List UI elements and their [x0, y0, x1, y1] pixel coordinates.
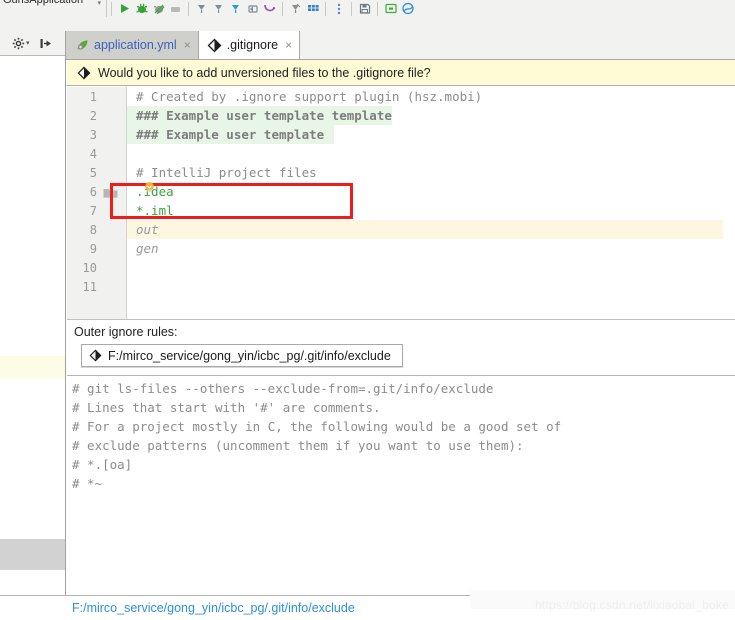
line-number: 10 — [82, 261, 97, 275]
vcs-operations-icon[interactable] — [287, 0, 304, 17]
history-icon[interactable] — [261, 0, 278, 17]
code-line: gen — [136, 241, 159, 256]
close-icon[interactable]: × — [184, 39, 191, 51]
gitignore-file-icon — [76, 65, 92, 81]
debug-icon[interactable] — [133, 0, 150, 17]
status-bar-path[interactable]: F:/mirco_service/gong_yin/icbc_pg/.git/i… — [72, 601, 355, 615]
line-number: 6 — [89, 185, 97, 199]
coverage-icon[interactable] — [150, 0, 167, 17]
stop-icon — [167, 0, 184, 17]
editor-gutter[interactable]: 1 2 3 4 5 6 7 8 9 10 11 — [67, 87, 127, 319]
tab-gitignore[interactable]: .gitignore × — [197, 31, 301, 59]
editor-marker-strip[interactable] — [723, 87, 735, 319]
editor-tab-bar: application.yml × .gitignore × — [66, 31, 735, 60]
preview-line: # *.[oa] — [72, 457, 133, 472]
intention-bulb-icon[interactable] — [143, 181, 156, 194]
outer-ignore-rules-label: Outer ignore rules: — [74, 325, 178, 339]
run-configuration-selector[interactable]: GunsApplication ▾ — [0, 0, 107, 17]
left-column-highlight-band — [0, 356, 65, 378]
tab-application-yml[interactable]: application.yml × — [66, 31, 198, 59]
toolbar-separator — [377, 1, 378, 16]
chevron-down-icon: ▾ — [26, 40, 30, 47]
line-number: 2 — [89, 109, 97, 123]
folder-icon[interactable] — [103, 183, 119, 202]
toolbar-separator — [188, 1, 189, 16]
outer-ignore-rules-combobox[interactable]: F:/mirco_service/gong_yin/icbc_pg/.git/i… — [81, 344, 403, 367]
line-number: 11 — [82, 280, 97, 294]
gear-icon[interactable]: ▾ — [12, 37, 30, 50]
update-project-icon[interactable] — [193, 0, 210, 17]
gitignore-file-icon — [88, 348, 103, 363]
watermark-text: https://blog.csdn.net/lixiaobai_boke — [535, 598, 729, 612]
more-icon[interactable] — [330, 0, 347, 17]
run-configuration-label: GunsApplication — [3, 0, 84, 6]
line-number: 3 — [89, 128, 97, 142]
yaml-file-icon — [74, 37, 90, 53]
grid-icon[interactable] — [304, 0, 321, 17]
code-line: out — [136, 222, 159, 237]
code-line: # Created by .ignore support plugin (hsz… — [136, 89, 483, 104]
outer-ignore-selected-value: F:/mirco_service/gong_yin/icbc_pg/.git/i… — [108, 348, 391, 363]
preview-line: # exclude patterns (uncomment them if yo… — [72, 438, 524, 453]
preview-line: # git ls-files --others --exclude-from=.… — [72, 381, 494, 396]
gitignore-editor[interactable]: 1 2 3 4 5 6 7 8 9 10 11 # Created by .ig… — [67, 87, 735, 320]
left-column-gray-band — [0, 539, 65, 570]
terminal-icon[interactable] — [382, 0, 399, 17]
tab-label: application.yml — [94, 38, 177, 52]
code-line: ### Example user template — [127, 125, 325, 144]
save-all-icon[interactable] — [356, 0, 373, 17]
line-number: 8 — [89, 223, 97, 237]
toolbar-lower-band — [0, 17, 735, 32]
toolbar-separator — [282, 1, 283, 16]
commit-icon[interactable] — [210, 0, 227, 17]
gitignore-suggestion-banner[interactable]: Would you like to add unversioned files … — [67, 60, 735, 86]
line-number: 1 — [89, 90, 97, 104]
current-line-highlight — [67, 220, 735, 239]
toolbar-separator — [111, 1, 112, 16]
tab-label: .gitignore — [226, 38, 279, 52]
browser-icon[interactable] — [399, 0, 416, 17]
left-tool-column: ▾ — [0, 31, 66, 620]
banner-message: Would you like to add unversioned files … — [98, 65, 431, 80]
run-icon[interactable] — [116, 0, 133, 17]
preview-line: # *~ — [72, 476, 103, 491]
outer-ignore-rules-section: Outer ignore rules: F:/mirco_service/gon… — [67, 320, 735, 375]
left-tool-header: ▾ — [0, 31, 65, 56]
line-number: 5 — [89, 166, 97, 180]
toolbar-separator — [325, 1, 326, 16]
exclude-file-preview[interactable]: # git ls-files --others --exclude-from=.… — [67, 375, 735, 595]
code-line: ### Example user template template — [127, 106, 392, 125]
gitignore-file-icon — [207, 37, 223, 53]
main-toolbar: GunsApplication ▾ — [0, 0, 735, 18]
push-icon[interactable] — [227, 0, 244, 17]
line-number: 7 — [89, 204, 97, 218]
code-line: *.iml — [136, 203, 174, 218]
revert-icon[interactable] — [244, 0, 261, 17]
toolbar-separator — [351, 1, 352, 16]
preview-line: # For a project mostly in C, the followi… — [72, 419, 562, 434]
line-number: 4 — [89, 147, 97, 161]
close-icon[interactable]: × — [285, 39, 292, 51]
chevron-down-icon: ▾ — [97, 0, 101, 7]
collapse-all-icon[interactable] — [39, 37, 53, 50]
preview-line: # Lines that start with '#' are comments… — [72, 400, 381, 415]
code-line: # IntelliJ project files — [136, 165, 317, 180]
line-number: 9 — [89, 242, 97, 256]
